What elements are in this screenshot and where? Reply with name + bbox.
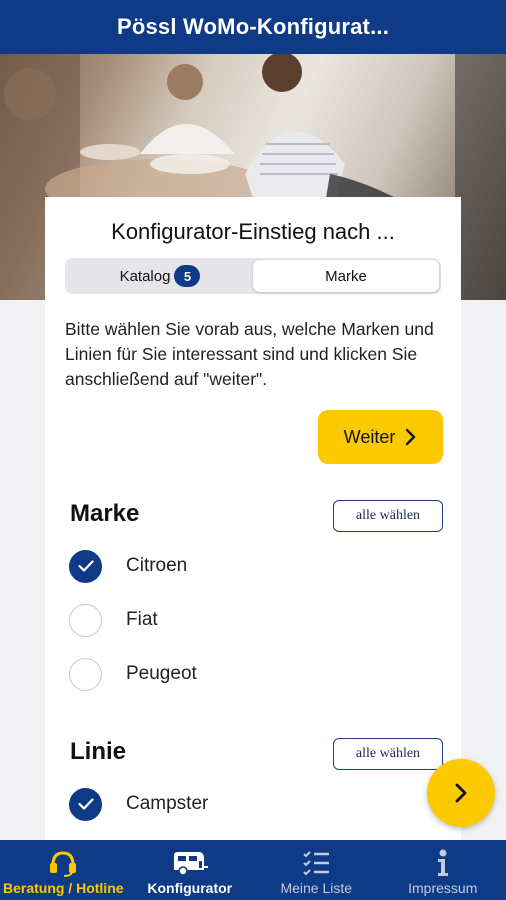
tab-beratung-hotline[interactable]: Beratung / Hotline bbox=[0, 840, 127, 900]
linie-section-title: Linie bbox=[70, 738, 127, 765]
tab-label: Konfigurator bbox=[147, 880, 233, 896]
app-title: Pössl WoMo-Konfigurat... bbox=[116, 14, 390, 39]
tab-konfigurator[interactable]: Konfigurator bbox=[127, 840, 254, 900]
katalog-count-badge: 5 bbox=[174, 265, 201, 287]
linie-option-campster[interactable]: Campster bbox=[69, 787, 208, 821]
chevron-right-icon bbox=[455, 783, 467, 803]
marke-option-fiat[interactable]: Fiat bbox=[69, 603, 158, 637]
weiter-button-label: Weiter bbox=[343, 426, 396, 447]
info-icon bbox=[437, 849, 448, 876]
marke-section-title: Marke bbox=[70, 500, 140, 527]
tab-meine-liste[interactable]: Meine Liste bbox=[253, 840, 380, 900]
option-label: Citroen bbox=[126, 555, 188, 576]
checkbox-checked-icon[interactable] bbox=[69, 787, 102, 821]
option-label: Campster bbox=[126, 793, 209, 814]
entry-segmented-control: Katalog 5 Marke bbox=[65, 258, 441, 294]
marke-option-peugeot[interactable]: Peugeot bbox=[69, 657, 197, 691]
segment-katalog[interactable]: Katalog 5 bbox=[67, 260, 253, 292]
configurator-card: Konfigurator-Einstieg nach ... Katalog 5… bbox=[45, 197, 461, 842]
checkbox-empty-icon[interactable] bbox=[69, 657, 102, 691]
chevron-right-icon bbox=[406, 428, 416, 446]
segment-katalog-label: Katalog bbox=[119, 267, 171, 285]
segment-marke-label: Marke bbox=[325, 267, 367, 285]
option-label: Fiat bbox=[126, 609, 158, 630]
segment-marke[interactable]: Marke bbox=[253, 260, 439, 292]
tab-label: Beratung / Hotline bbox=[2, 880, 124, 896]
marke-select-all-button[interactable]: alle wählen bbox=[333, 500, 443, 532]
intro-text: Bitte wählen Sie vorab aus, welche Marke… bbox=[65, 319, 434, 389]
bottom-tab-bar: Beratung / Hotline Konfigurator Meine Li… bbox=[0, 840, 506, 900]
linie-select-all-button[interactable]: alle wählen bbox=[333, 738, 443, 770]
tab-label: Impressum bbox=[408, 880, 478, 896]
marke-option-citroen[interactable]: Citroen bbox=[69, 549, 187, 583]
tab-label: Meine Liste bbox=[280, 880, 353, 896]
checkbox-empty-icon[interactable] bbox=[69, 603, 102, 637]
next-fab-button[interactable] bbox=[427, 759, 495, 827]
weiter-button[interactable]: Weiter bbox=[318, 410, 443, 464]
caravan-icon bbox=[173, 852, 208, 876]
option-label: Peugeot bbox=[126, 663, 197, 684]
headset-icon bbox=[50, 851, 77, 877]
card-title: Konfigurator-Einstieg nach ... bbox=[111, 219, 395, 244]
app-header: Pössl WoMo-Konfigurat... bbox=[0, 0, 506, 54]
checklist-icon bbox=[303, 851, 330, 876]
checkbox-checked-icon[interactable] bbox=[69, 549, 102, 583]
tab-impressum[interactable]: Impressum bbox=[380, 840, 506, 900]
